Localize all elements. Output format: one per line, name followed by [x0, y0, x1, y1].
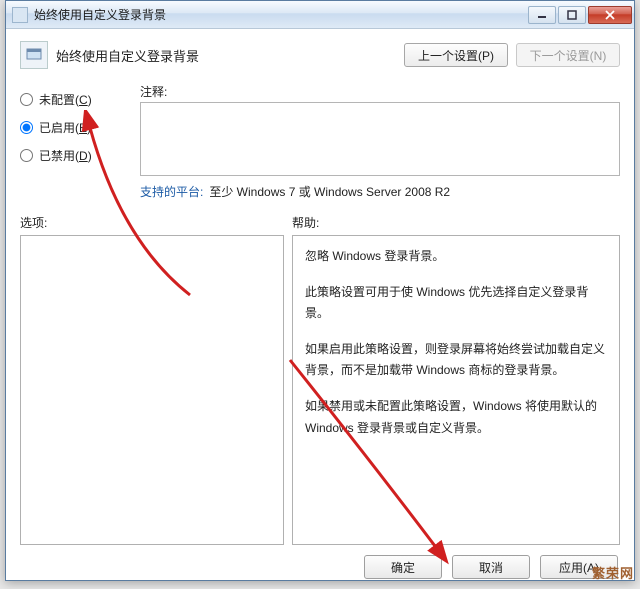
titlebar[interactable]: 始终使用自定义登录背景	[6, 1, 634, 29]
prev-setting-button[interactable]: 上一个设置(P)	[404, 43, 508, 67]
help-text: 忽略 Windows 登录背景。	[305, 246, 607, 268]
options-pane	[20, 235, 284, 545]
help-section-label: 帮助:	[292, 214, 319, 231]
policy-icon	[20, 41, 48, 69]
watermark: 繁荣网	[592, 563, 634, 582]
maximize-button[interactable]	[558, 6, 586, 24]
radio-not-configured[interactable]: 未配置(C)	[20, 85, 132, 113]
app-icon	[12, 7, 28, 23]
note-textarea[interactable]	[140, 102, 620, 176]
policy-title: 始终使用自定义登录背景	[56, 46, 396, 65]
radio-group: 未配置(C) 已启用(E) 已禁用(D)	[20, 83, 132, 169]
window-title: 始终使用自定义登录背景	[34, 6, 528, 23]
help-text: 此策略设置可用于使 Windows 优先选择自定义登录背景。	[305, 282, 607, 325]
help-pane: 忽略 Windows 登录背景。 此策略设置可用于使 Windows 优先选择自…	[292, 235, 620, 545]
radio-not-configured-input[interactable]	[20, 93, 33, 106]
close-button[interactable]	[588, 6, 632, 24]
help-text: 如果启用此策略设置，则登录屏幕将始终尝试加载自定义背景，而不是加载带 Windo…	[305, 339, 607, 382]
platform-label: 支持的平台:	[140, 183, 203, 200]
radio-enabled[interactable]: 已启用(E)	[20, 113, 132, 141]
ok-button[interactable]: 确定	[364, 555, 442, 579]
radio-disabled[interactable]: 已禁用(D)	[20, 141, 132, 169]
radio-disabled-input[interactable]	[20, 149, 33, 162]
help-text: 如果禁用或未配置此策略设置，Windows 将使用默认的 Windows 登录背…	[305, 396, 607, 439]
options-section-label: 选项:	[20, 214, 292, 231]
radio-enabled-input[interactable]	[20, 121, 33, 134]
platform-value: 至少 Windows 7 或 Windows Server 2008 R2	[209, 183, 450, 200]
dialog-window: 始终使用自定义登录背景 始终使用自定义登录背景 上一个设置(P) 下一个设置(N…	[5, 0, 635, 581]
note-label: 注释:	[140, 83, 620, 100]
next-setting-button[interactable]: 下一个设置(N)	[516, 43, 620, 67]
minimize-button[interactable]	[528, 6, 556, 24]
cancel-button[interactable]: 取消	[452, 555, 530, 579]
